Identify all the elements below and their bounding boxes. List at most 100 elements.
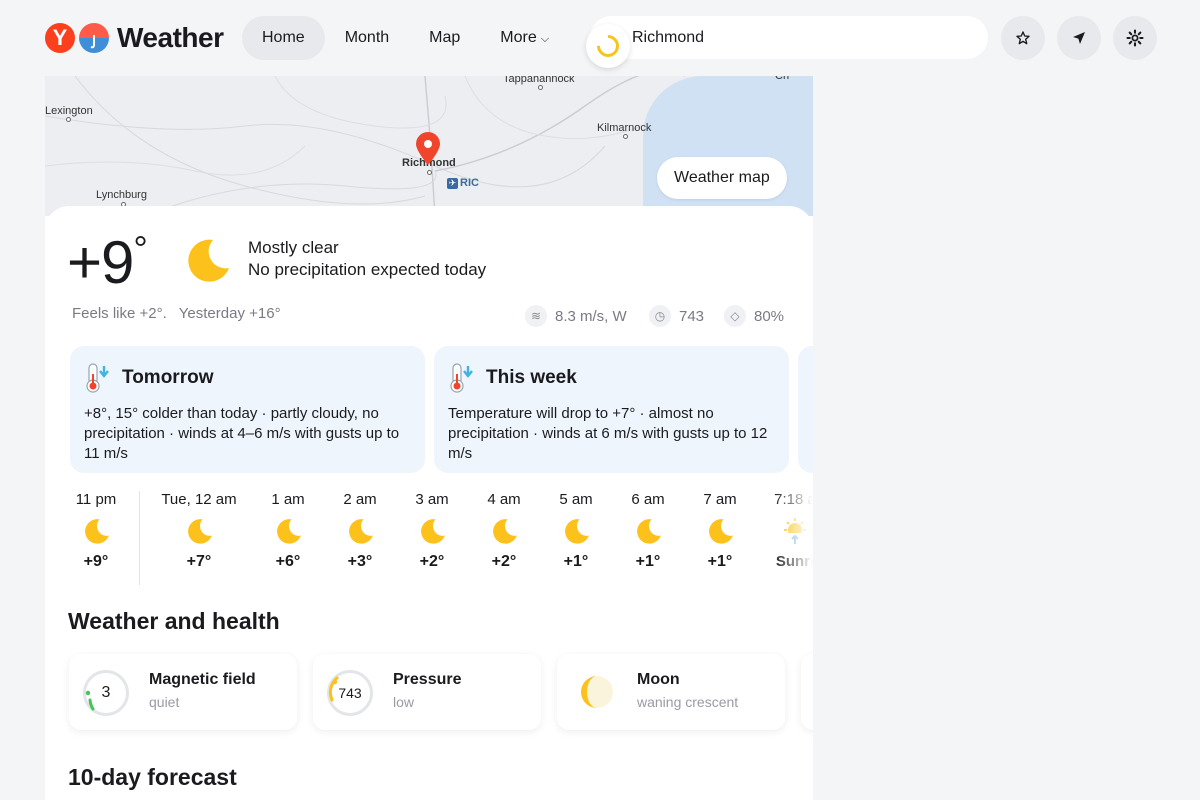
hour-item[interactable]: 4 am +2° — [468, 491, 540, 571]
map-label: Kilmarnock — [597, 122, 652, 134]
nav-home[interactable]: Home — [242, 16, 325, 60]
temperature-value: +9 — [67, 229, 134, 296]
map-label: Ch — [775, 76, 790, 82]
loading-spinner-icon — [586, 24, 630, 68]
hour-time: 2 am — [343, 491, 377, 508]
favorite-button[interactable] — [1001, 16, 1045, 60]
moon-icon — [684, 513, 756, 549]
pressure-level-icon — [328, 676, 339, 702]
health-card-partial[interactable] — [801, 654, 813, 730]
settings-button[interactable] — [1113, 16, 1157, 60]
moon-icon — [188, 239, 229, 282]
hour-temp: +7° — [186, 553, 212, 570]
health-card-pressure[interactable]: 743 Pressure low — [313, 654, 541, 730]
nav-month[interactable]: Month — [325, 16, 409, 60]
location-pin-icon — [416, 132, 440, 165]
hour-temp: +1° — [635, 553, 661, 570]
alert-title: This week — [486, 367, 577, 388]
map-label: Tappahannock — [503, 76, 575, 85]
pressure-value: 743 — [679, 307, 705, 325]
hour-time: 3 am — [415, 491, 449, 508]
weather-map-preview[interactable]: Tappahannock Lexington Kilmarnock Richmo… — [45, 76, 813, 216]
nav-month-label: Month — [344, 29, 390, 46]
hour-item[interactable]: 3 am +2° — [396, 491, 468, 571]
hour-item[interactable]: Tue, 12 am +7° — [155, 491, 243, 571]
nav-home-label: Home — [262, 29, 305, 46]
nav-map[interactable]: Map — [409, 16, 480, 60]
moon-icon — [155, 513, 243, 549]
hour-temp: +1° — [707, 553, 733, 570]
moon-icon — [612, 513, 684, 549]
nav-more-label: More — [500, 29, 537, 46]
feels-like-row: Feels like +2°. Yesterday +16° — [72, 305, 281, 322]
alert-card-partial[interactable] — [798, 346, 813, 473]
thermometer-down-icon — [450, 363, 473, 393]
condition-text: Mostly clear — [248, 238, 339, 257]
health-card-moon[interactable]: Moon waning crescent — [557, 654, 785, 730]
search-input[interactable] — [632, 16, 972, 59]
scroll-fade — [773, 491, 813, 591]
yesterday-temp: Yesterday +16° — [178, 305, 281, 322]
nav-map-label: Map — [429, 29, 461, 46]
current-temperature: +9° — [67, 228, 148, 297]
day-separator — [139, 491, 140, 585]
humidity-drop-icon: ◇ — [724, 305, 746, 327]
map-label: Lexington — [45, 105, 93, 117]
health-card-status: quiet — [149, 694, 180, 710]
map-town-dot — [538, 85, 543, 90]
magnetic-level-icon — [85, 690, 95, 711]
app-logo[interactable]: Y Weather — [45, 22, 224, 54]
search-box — [586, 16, 988, 68]
alert-text: Temperature will drop to +7° · almost no… — [448, 405, 768, 462]
moon-icon — [540, 513, 612, 549]
my-location-button[interactable] — [1057, 16, 1101, 60]
hour-time: 4 am — [487, 491, 521, 508]
feels-like: Feels like +2°. — [72, 305, 167, 322]
wind-icon: ≋ — [525, 305, 547, 327]
health-card-name: Magnetic field — [149, 671, 256, 688]
main-nav: Home Month Map More ⌵ — [242, 16, 569, 60]
health-card-status: low — [393, 694, 415, 710]
alert-card-week[interactable]: This week Temperature will drop to +7° ·… — [434, 346, 789, 473]
hour-item[interactable]: 11 pm +9° — [60, 491, 132, 571]
nav-more[interactable]: More ⌵ — [480, 16, 569, 60]
moon-phase-icon — [581, 676, 613, 708]
hour-item[interactable]: 5 am +1° — [540, 491, 612, 571]
pressure-info: ◷ 743 — [649, 305, 704, 327]
health-card-status: waning crescent — [637, 694, 739, 710]
logo-text: Weather — [117, 22, 224, 53]
moon-icon — [60, 513, 132, 549]
precipitation-text: No precipitation expected today — [248, 260, 487, 279]
hour-time: 1 am — [271, 491, 305, 508]
hour-item[interactable]: 7 am +1° — [684, 491, 756, 571]
hour-item[interactable]: 6 am +1° — [612, 491, 684, 571]
airport-icon: ✈ — [447, 178, 458, 189]
wind-info: ≋ 8.3 m/s, W — [525, 305, 627, 327]
main-panel: Tappahannock Lexington Kilmarnock Richmo… — [45, 76, 813, 800]
hour-time: 6 am — [631, 491, 665, 508]
hour-temp: +9° — [83, 553, 109, 570]
map-label: ✈ RIC — [447, 177, 479, 189]
degree-sign: ° — [133, 228, 147, 269]
alert-title: Tomorrow — [122, 367, 214, 388]
moon-icon — [252, 513, 324, 549]
hour-time: Tue, 12 am — [161, 491, 237, 508]
chevron-down-icon: ⌵ — [540, 32, 550, 45]
map-town-dot — [623, 134, 628, 139]
moon-icon — [324, 513, 396, 549]
alert-text: +8°, 15° colder than today · partly clou… — [84, 405, 400, 462]
hour-time: 11 pm — [75, 491, 117, 508]
health-card-magnetic[interactable]: 3 Magnetic field quiet — [69, 654, 297, 730]
alert-card-tomorrow[interactable]: Tomorrow +8°, 15° colder than today · pa… — [70, 346, 425, 473]
health-section-title: Weather and health — [68, 608, 280, 634]
weather-map-button[interactable]: Weather map — [657, 157, 787, 199]
hour-item[interactable]: 2 am +3° — [324, 491, 396, 571]
hour-item[interactable]: 1 am +6° — [252, 491, 324, 571]
pressure-gauge-icon: ◷ — [649, 305, 671, 327]
hour-time: 5 am — [559, 491, 593, 508]
current-weather-card: +9° Mostly clear No precipitation expect… — [45, 206, 813, 800]
airport-label: RIC — [460, 177, 479, 189]
humidity-info: ◇ 80% — [724, 305, 784, 327]
moon-icon — [396, 513, 468, 549]
forecast-section-title: 10-day forecast — [68, 764, 237, 790]
